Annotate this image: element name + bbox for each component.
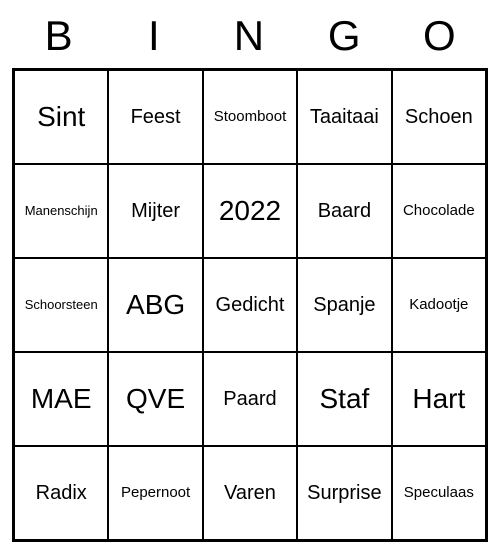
bingo-cell[interactable]: Schoen: [392, 70, 486, 164]
bingo-cell[interactable]: Varen: [203, 446, 297, 540]
bingo-cell[interactable]: Paard: [203, 352, 297, 446]
bingo-cell[interactable]: Baard: [297, 164, 391, 258]
bingo-cell-text: Taaitaai: [310, 106, 379, 128]
bingo-cell[interactable]: Sint: [14, 70, 108, 164]
bingo-cell-text: Speculaas: [404, 485, 474, 502]
bingo-cell[interactable]: Mijter: [108, 164, 202, 258]
header-letter-b: B: [12, 12, 107, 60]
bingo-cell-text: Schoen: [405, 106, 473, 128]
bingo-cell[interactable]: Taaitaai: [297, 70, 391, 164]
bingo-cell-text: Varen: [224, 482, 276, 504]
bingo-cell-text: 2022: [219, 196, 281, 227]
bingo-cell-text: QVE: [126, 384, 185, 415]
bingo-cell-text: Gedicht: [216, 294, 285, 316]
bingo-cell[interactable]: Feest: [108, 70, 202, 164]
bingo-cell-text: Feest: [131, 106, 181, 128]
bingo-card: B I N G O Sint Feest Stoomboot Taaitaai Scho…: [12, 12, 488, 542]
header-letter-n: N: [202, 12, 297, 60]
bingo-cell[interactable]: Schoorsteen: [14, 258, 108, 352]
bingo-grid: Sint Feest Stoomboot Taaitaai Schoen Manensch…: [12, 68, 488, 542]
bingo-cell-text: ABG: [126, 290, 185, 321]
header-letter-o: O: [393, 12, 488, 60]
bingo-cell-text: Chocolade: [403, 203, 475, 220]
header-letter-i: I: [107, 12, 202, 60]
bingo-cell-text: Sint: [37, 102, 85, 133]
bingo-cell[interactable]: Hart: [392, 352, 486, 446]
bingo-cell[interactable]: ABG: [108, 258, 202, 352]
bingo-header: B I N G O: [12, 12, 488, 60]
bingo-cell-text: Staf: [319, 384, 369, 415]
bingo-cell-text: Stoomboot: [214, 109, 287, 126]
header-letter-g: G: [298, 12, 393, 60]
bingo-cell-text: Surprise: [307, 482, 381, 504]
bingo-cell[interactable]: Spanje: [297, 258, 391, 352]
bingo-cell-text: Hart: [412, 384, 465, 415]
bingo-cell[interactable]: Staf: [297, 352, 391, 446]
bingo-cell[interactable]: Surprise: [297, 446, 391, 540]
bingo-cell-text: Baard: [318, 200, 371, 222]
bingo-cell-text: Paard: [223, 388, 276, 410]
bingo-cell[interactable]: Speculaas: [392, 446, 486, 540]
bingo-cell-text: Radix: [36, 482, 87, 504]
bingo-cell-text: Schoorsteen: [25, 298, 98, 312]
bingo-cell[interactable]: 2022: [203, 164, 297, 258]
bingo-cell-text: Manenschijn: [25, 204, 98, 218]
bingo-cell-text: Kadootje: [409, 297, 468, 314]
bingo-cell[interactable]: MAE: [14, 352, 108, 446]
bingo-cell-text: Pepernoot: [121, 485, 190, 502]
bingo-cell-text: Mijter: [131, 200, 180, 222]
bingo-cell[interactable]: Pepernoot: [108, 446, 202, 540]
bingo-cell[interactable]: Chocolade: [392, 164, 486, 258]
bingo-cell[interactable]: QVE: [108, 352, 202, 446]
bingo-cell[interactable]: Kadootje: [392, 258, 486, 352]
bingo-cell[interactable]: Radix: [14, 446, 108, 540]
bingo-cell[interactable]: Manenschijn: [14, 164, 108, 258]
bingo-cell-text: MAE: [31, 384, 92, 415]
bingo-cell[interactable]: Gedicht: [203, 258, 297, 352]
bingo-cell-text: Spanje: [313, 294, 375, 316]
bingo-cell[interactable]: Stoomboot: [203, 70, 297, 164]
